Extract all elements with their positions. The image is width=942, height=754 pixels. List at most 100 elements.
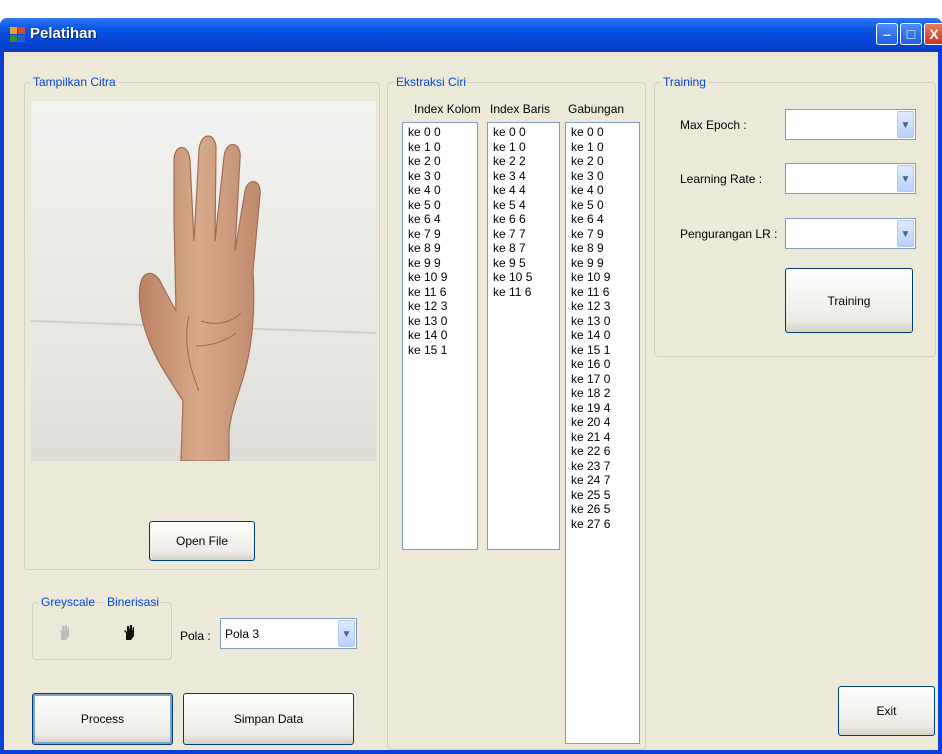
list-item[interactable]: ke 0 0 xyxy=(493,125,554,140)
list-item[interactable]: ke 27 6 xyxy=(571,517,634,532)
greyscale-hand-icon xyxy=(59,625,69,640)
binary-hand-icon xyxy=(124,625,134,640)
list-item[interactable]: ke 13 0 xyxy=(571,314,634,329)
max-epoch-label: Max Epoch : xyxy=(680,118,747,132)
list-item[interactable]: ke 9 5 xyxy=(493,256,554,271)
training-button[interactable]: Training xyxy=(785,268,913,333)
list-item[interactable]: ke 4 0 xyxy=(571,183,634,198)
list-item[interactable]: ke 7 9 xyxy=(571,227,634,242)
list-item[interactable]: ke 7 9 xyxy=(408,227,472,242)
hand-image-picture xyxy=(31,101,376,461)
list-item[interactable]: ke 11 6 xyxy=(408,285,472,300)
desktop-background xyxy=(0,0,942,18)
pengurangan-lr-combobox[interactable]: ▼ xyxy=(785,218,916,249)
list-item[interactable]: ke 23 7 xyxy=(571,459,634,474)
open-file-button[interactable]: Open File xyxy=(149,521,255,561)
list-item[interactable]: ke 16 0 xyxy=(571,357,634,372)
list-item[interactable]: ke 19 4 xyxy=(571,401,634,416)
palm-hand-image xyxy=(31,135,376,461)
list-item[interactable]: ke 14 0 xyxy=(571,328,634,343)
list-item[interactable]: ke 15 1 xyxy=(571,343,634,358)
list-item[interactable]: ke 6 4 xyxy=(408,212,472,227)
combo-arrow-icon[interactable]: ▼ xyxy=(338,620,355,647)
list-item[interactable]: ke 6 4 xyxy=(571,212,634,227)
pola-combobox[interactable]: Pola 3 ▼ xyxy=(220,618,357,649)
list-item[interactable]: ke 2 0 xyxy=(408,154,472,169)
app-window-icon xyxy=(10,27,26,43)
training-title: Training xyxy=(661,75,708,89)
list-item[interactable]: ke 10 5 xyxy=(493,270,554,285)
binerisasi-label: Binerisasi xyxy=(105,595,162,609)
list-item[interactable]: ke 12 3 xyxy=(408,299,472,314)
list-item[interactable]: ke 9 9 xyxy=(571,256,634,271)
list-item[interactable]: ke 5 0 xyxy=(408,198,472,213)
list-item[interactable]: ke 15 1 xyxy=(408,343,472,358)
title-bar[interactable]: Pelatihan – □ X xyxy=(0,18,942,52)
greyscale-label: Greyscale xyxy=(39,595,98,609)
index-baris-listbox[interactable]: ke 0 0 ke 1 0 ke 2 2 ke 3 4 ke 4 4 ke 5 4 ke 6… xyxy=(487,122,560,550)
list-item[interactable]: ke 2 2 xyxy=(493,154,554,169)
combo-arrow-icon[interactable]: ▼ xyxy=(897,111,914,138)
list-item[interactable]: ke 18 2 xyxy=(571,386,634,401)
tampilkan-citra-group: Tampilkan Citra Open File xyxy=(24,75,380,570)
combo-arrow-icon[interactable]: ▼ xyxy=(897,220,914,247)
exit-button[interactable]: Exit xyxy=(838,686,935,736)
image-mode-group: Greyscale Binerisasi xyxy=(32,595,172,660)
list-item[interactable]: ke 3 4 xyxy=(493,169,554,184)
list-item[interactable]: ke 10 9 xyxy=(408,270,472,285)
pola-label: Pola : xyxy=(180,629,211,643)
gabungan-header: Gabungan xyxy=(568,102,625,116)
list-item[interactable]: ke 20 4 xyxy=(571,415,634,430)
list-item[interactable]: ke 25 5 xyxy=(571,488,634,503)
learning-rate-label: Learning Rate : xyxy=(680,172,763,186)
index-baris-header: Index Baris xyxy=(490,102,551,116)
list-item[interactable]: ke 8 9 xyxy=(571,241,634,256)
index-kolom-listbox[interactable]: ke 0 0 ke 1 0 ke 2 0 ke 3 0 ke 4 0 ke 5 0 ke 6… xyxy=(402,122,478,550)
tampilkan-citra-title: Tampilkan Citra xyxy=(31,75,118,89)
list-item[interactable]: ke 10 9 xyxy=(571,270,634,285)
list-item[interactable]: ke 3 0 xyxy=(571,169,634,184)
pola-selected-value: Pola 3 xyxy=(225,627,260,641)
list-item[interactable]: ke 0 0 xyxy=(408,125,472,140)
list-item[interactable]: ke 9 9 xyxy=(408,256,472,271)
simpan-data-button[interactable]: Simpan Data xyxy=(183,693,354,745)
learning-rate-combobox[interactable]: ▼ xyxy=(785,163,916,194)
list-item[interactable]: ke 5 4 xyxy=(493,198,554,213)
list-item[interactable]: ke 5 0 xyxy=(571,198,634,213)
combo-arrow-icon[interactable]: ▼ xyxy=(897,165,914,192)
close-icon[interactable]: X xyxy=(924,23,942,45)
ekstraksi-ciri-title: Ekstraksi Ciri xyxy=(394,75,469,89)
list-item[interactable]: ke 21 4 xyxy=(571,430,634,445)
process-button[interactable]: Process xyxy=(32,693,173,745)
minimize-icon[interactable]: – xyxy=(876,23,898,45)
list-item[interactable]: ke 7 7 xyxy=(493,227,554,242)
list-item[interactable]: ke 6 6 xyxy=(493,212,554,227)
gabungan-listbox[interactable]: ke 0 0 ke 1 0 ke 2 0 ke 3 0 ke 4 0 ke 5 0 ke 6… xyxy=(565,122,640,744)
list-item[interactable]: ke 26 5 xyxy=(571,502,634,517)
list-item[interactable]: ke 1 0 xyxy=(493,140,554,155)
list-item[interactable]: ke 1 0 xyxy=(408,140,472,155)
list-item[interactable]: ke 4 0 xyxy=(408,183,472,198)
list-item[interactable]: ke 11 6 xyxy=(571,285,634,300)
list-item[interactable]: ke 14 0 xyxy=(408,328,472,343)
pengurangan-lr-label: Pengurangan LR : xyxy=(680,227,778,241)
max-epoch-combobox[interactable]: ▼ xyxy=(785,109,916,140)
list-item[interactable]: ke 0 0 xyxy=(571,125,634,140)
list-item[interactable]: ke 13 0 xyxy=(408,314,472,329)
index-kolom-header: Index Kolom xyxy=(414,102,481,116)
list-item[interactable]: ke 17 0 xyxy=(571,372,634,387)
list-item[interactable]: ke 3 0 xyxy=(408,169,472,184)
list-item[interactable]: ke 12 3 xyxy=(571,299,634,314)
list-item[interactable]: ke 2 0 xyxy=(571,154,634,169)
form-client-area: Tampilkan Citra Open File Greyscale Bine… xyxy=(4,52,938,750)
list-item[interactable]: ke 1 0 xyxy=(571,140,634,155)
list-item[interactable]: ke 8 7 xyxy=(493,241,554,256)
list-item[interactable]: ke 4 4 xyxy=(493,183,554,198)
list-item[interactable]: ke 24 7 xyxy=(571,473,634,488)
list-item[interactable]: ke 8 9 xyxy=(408,241,472,256)
pelatihan-window: Pelatihan – □ X Tampilkan Citra Open Fil… xyxy=(0,18,942,754)
list-item[interactable]: ke 22 6 xyxy=(571,444,634,459)
list-item[interactable]: ke 11 6 xyxy=(493,285,554,300)
maximize-icon[interactable]: □ xyxy=(900,23,922,45)
window-title: Pelatihan xyxy=(30,25,97,42)
